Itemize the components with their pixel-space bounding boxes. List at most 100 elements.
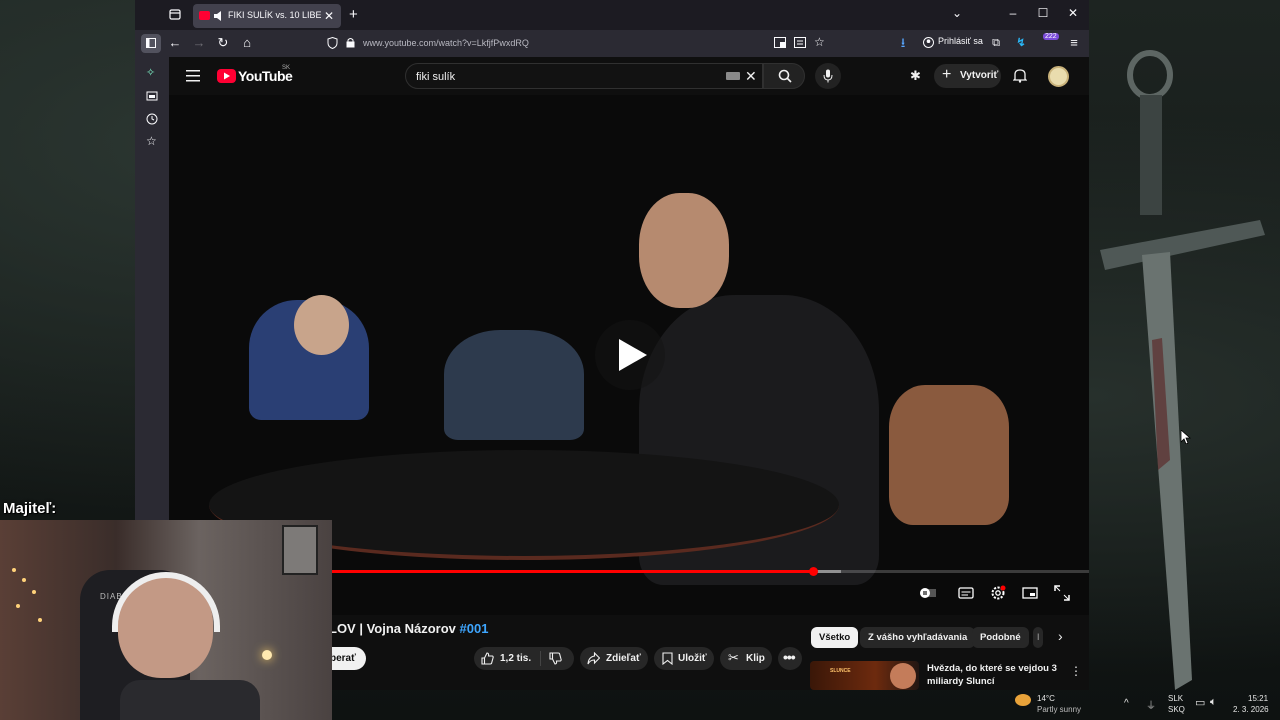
translate-extension-icon[interactable]: ↯ bbox=[1014, 36, 1028, 50]
video-title-hashtag[interactable]: #001 bbox=[460, 621, 489, 636]
reload-button[interactable]: ↻ bbox=[216, 36, 230, 50]
recommendation-title[interactable]: Hvězda, do které se vejdou 3 miliardy Sl… bbox=[927, 662, 1067, 688]
sidebar-toggle-button[interactable] bbox=[141, 34, 161, 53]
extensions-icon[interactable]: ⧉ bbox=[989, 36, 1003, 50]
chevron-up-icon[interactable]: ^ bbox=[1124, 698, 1129, 709]
miniplayer-icon[interactable] bbox=[1022, 585, 1038, 601]
save-label: Uložiť bbox=[678, 653, 707, 664]
sword-wallpaper-art bbox=[1100, 50, 1265, 690]
share-icon bbox=[587, 652, 600, 665]
fairy-lights bbox=[8, 560, 48, 640]
progress-scrubber-handle[interactable] bbox=[809, 567, 818, 576]
menu-icon[interactable]: ≡ bbox=[1067, 36, 1081, 50]
chevron-down-icon[interactable]: ⌄ bbox=[950, 6, 964, 20]
search-input[interactable] bbox=[416, 69, 706, 84]
tab-active-youtube[interactable]: FIKI SULÍK vs. 10 LIBERÁLOV ✕ bbox=[193, 4, 341, 28]
save-button[interactable]: Uložiť bbox=[654, 647, 714, 670]
sidebar-icon bbox=[146, 38, 156, 48]
more-horizontal-icon: ••• bbox=[783, 649, 796, 665]
shield-icon[interactable] bbox=[327, 37, 338, 49]
url-text: www.youtube.com/watch?v=LkfjfPwxdRQ bbox=[363, 38, 529, 48]
download-icon[interactable]: ⭳ bbox=[896, 36, 910, 50]
region-code: SK bbox=[282, 65, 291, 71]
hamburger-menu-icon[interactable] bbox=[186, 70, 200, 82]
weather-icon[interactable] bbox=[1015, 694, 1031, 706]
search-button[interactable] bbox=[763, 63, 805, 89]
video-title-text: LOV | Vojna Názorov bbox=[329, 621, 460, 636]
home-button[interactable]: ⌂ bbox=[240, 36, 254, 50]
lock-icon[interactable] bbox=[346, 37, 355, 48]
more-actions-button[interactable]: ••• bbox=[778, 647, 802, 670]
extension-badge[interactable]: 222 bbox=[1043, 33, 1059, 40]
signin-button[interactable]: Prihlásiť sa bbox=[938, 36, 983, 46]
webcam-overlay: DIABLO bbox=[0, 520, 332, 720]
tab-list-icon[interactable] bbox=[169, 8, 181, 20]
account-avatar[interactable] bbox=[1048, 66, 1069, 87]
maximize-button[interactable]: ☐ bbox=[1036, 6, 1050, 20]
youtube-header: YouTube SK ✕ ✱ + Vytvoriť bbox=[169, 57, 1089, 95]
clock-time[interactable]: 15:21 bbox=[1248, 694, 1268, 703]
fullscreen-icon[interactable] bbox=[1054, 585, 1070, 601]
plus-icon: + bbox=[942, 66, 952, 83]
account-icon[interactable] bbox=[923, 37, 934, 48]
create-label: Vytvoriť bbox=[960, 70, 999, 81]
chip-related[interactable]: Podobné bbox=[972, 627, 1029, 648]
chip-from-search[interactable]: Z vášho vyhľadávania bbox=[860, 627, 976, 648]
like-count[interactable]: 1,2 tis. bbox=[500, 653, 531, 664]
microphone-tray-icon[interactable]: ⏚ bbox=[1146, 697, 1156, 712]
like-dislike-group: 1,2 tis. bbox=[474, 647, 574, 670]
picture-in-picture-icon[interactable] bbox=[774, 37, 786, 48]
chevron-right-icon[interactable]: › bbox=[1058, 628, 1063, 644]
microphone-icon bbox=[823, 69, 833, 83]
thumbs-up-icon[interactable] bbox=[481, 652, 494, 665]
youtube-favicon-icon bbox=[199, 11, 210, 20]
chip-partial[interactable]: I bbox=[1033, 627, 1043, 648]
weather-temperature[interactable]: 14°C bbox=[1037, 694, 1055, 703]
thumbs-down-icon[interactable] bbox=[549, 652, 562, 665]
bookmarks-star-icon[interactable]: ☆ bbox=[146, 134, 158, 148]
voice-search-button[interactable] bbox=[815, 63, 841, 89]
chip-all[interactable]: Všetko bbox=[811, 627, 859, 648]
more-vertical-icon[interactable]: ⋮ bbox=[1070, 664, 1082, 678]
forward-button[interactable]: → bbox=[192, 36, 206, 50]
reader-view-icon[interactable] bbox=[794, 37, 806, 48]
clear-search-icon[interactable]: ✕ bbox=[745, 68, 757, 84]
synced-tabs-icon[interactable] bbox=[146, 90, 158, 102]
system-tray: 14°C Partly sunny ^ ⏚ SLK SKQ ▭ 🔈︎ 15:21… bbox=[1015, 690, 1280, 720]
history-icon[interactable] bbox=[146, 113, 158, 125]
clip-label: Klip bbox=[746, 653, 765, 664]
recommendation-thumbnail[interactable]: SLUNCE bbox=[810, 661, 919, 690]
divider bbox=[540, 651, 541, 666]
video-scene-chair bbox=[889, 385, 1009, 525]
search-icon bbox=[778, 69, 792, 83]
keyboard-layout-code[interactable]: SKQ bbox=[1168, 705, 1185, 714]
keyboard-icon[interactable] bbox=[726, 72, 740, 80]
weather-description[interactable]: Partly sunny bbox=[1037, 705, 1081, 714]
new-tab-button[interactable]: + bbox=[349, 6, 358, 24]
create-button[interactable]: + Vytvoriť bbox=[934, 64, 1001, 88]
play-button[interactable] bbox=[595, 320, 665, 390]
close-window-button[interactable]: ✕ bbox=[1066, 6, 1080, 20]
navigation-toolbar: ← → ↻ ⌂ www.youtube.com/watch?v=LkfjfPwx… bbox=[135, 30, 1089, 57]
clock-date[interactable]: 2. 3. 2026 bbox=[1233, 705, 1269, 714]
ai-sparkle-icon[interactable]: ✱ bbox=[910, 68, 921, 84]
search-box: ✕ bbox=[405, 63, 763, 89]
bookmark-icon bbox=[662, 652, 673, 665]
bookmark-star-icon[interactable]: ☆ bbox=[814, 35, 825, 49]
subtitles-icon[interactable] bbox=[958, 585, 974, 601]
language-code[interactable]: SLK bbox=[1168, 694, 1183, 703]
autoplay-toggle-icon[interactable] bbox=[920, 585, 936, 601]
speaker-icon[interactable] bbox=[214, 10, 224, 22]
url-bar[interactable]: www.youtube.com/watch?v=LkfjfPwxdRQ ☆ bbox=[322, 34, 828, 53]
back-button[interactable]: ← bbox=[168, 36, 182, 50]
clip-button[interactable]: ✂ Klip bbox=[720, 647, 772, 670]
notifications-bell-icon[interactable] bbox=[1013, 68, 1027, 83]
minimize-button[interactable]: – bbox=[1006, 6, 1020, 20]
settings-gear-icon[interactable] bbox=[990, 585, 1006, 601]
display-icon[interactable]: ▭ bbox=[1195, 696, 1205, 709]
ai-chat-icon[interactable]: ✧ bbox=[146, 66, 158, 79]
youtube-play-logo-icon bbox=[217, 69, 236, 83]
tab-close-icon[interactable]: ✕ bbox=[324, 9, 334, 23]
volume-icon[interactable]: 🔈︎ bbox=[1210, 696, 1217, 709]
share-button[interactable]: Zdieľať bbox=[580, 647, 648, 670]
